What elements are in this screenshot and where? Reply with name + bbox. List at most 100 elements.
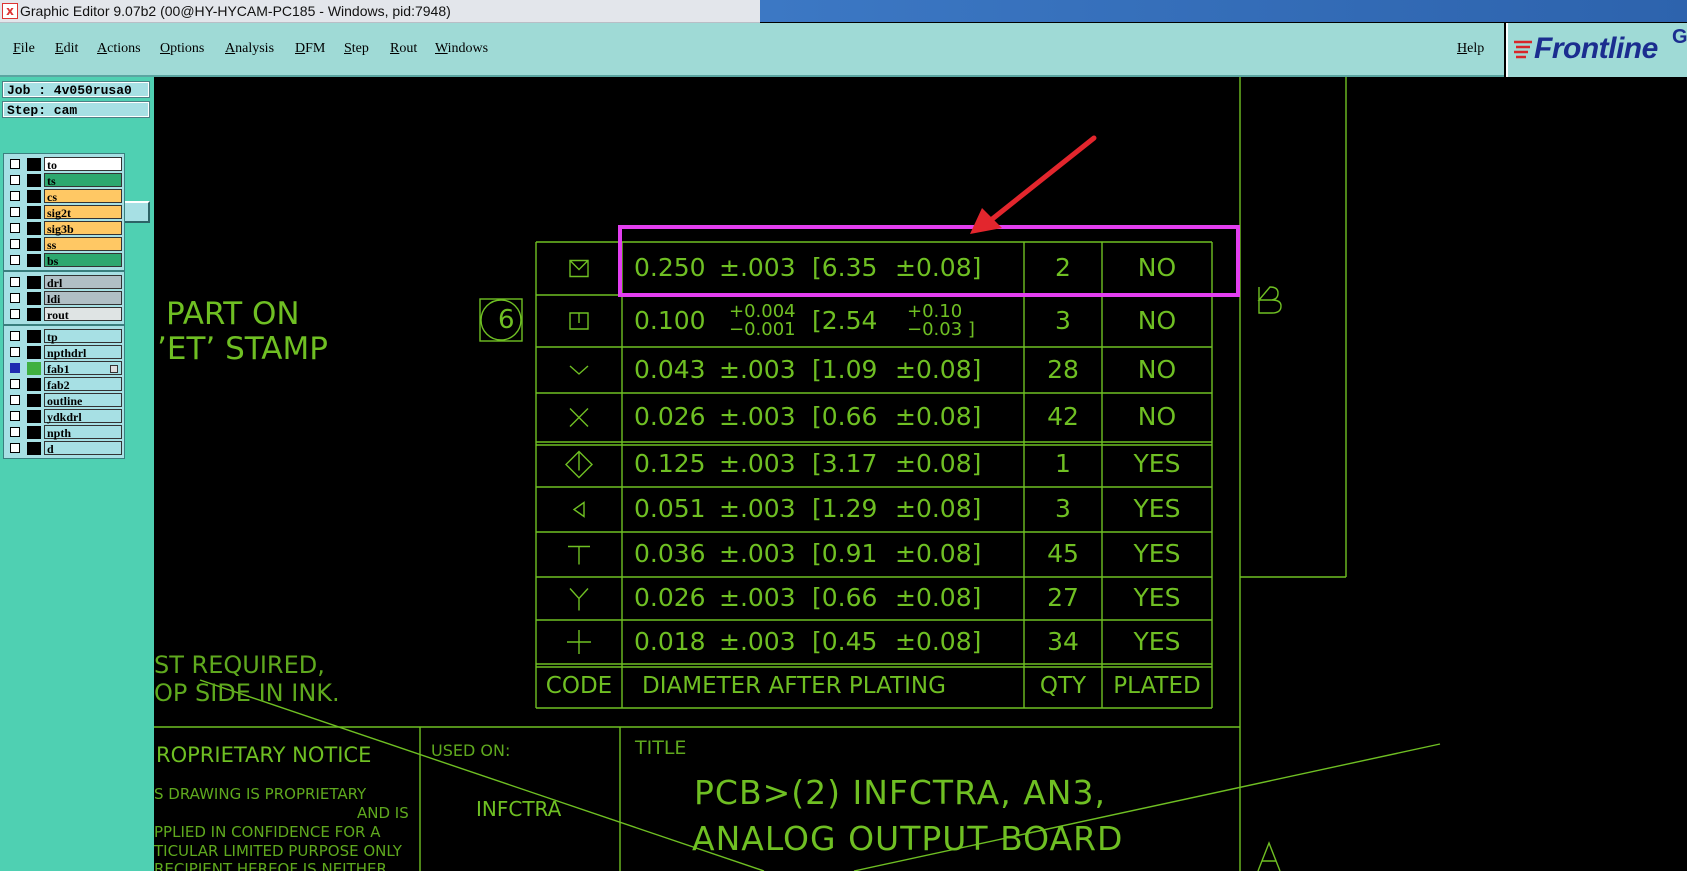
drill-plated: YES (1133, 494, 1181, 523)
layer-label[interactable]: ldi (44, 291, 122, 306)
layer-label[interactable]: d (44, 441, 122, 456)
layer-label[interactable]: ydkdrl (44, 409, 122, 424)
layer-row-bs[interactable]: bs (7, 253, 122, 268)
menu-rout[interactable]: Rout (390, 40, 417, 58)
layer-label[interactable]: fab1 (44, 361, 122, 376)
layer-label[interactable]: to (44, 157, 122, 172)
layer-checkbox[interactable] (10, 175, 20, 185)
layer-checkbox[interactable] (10, 395, 20, 405)
note-line: PART ON (166, 296, 300, 332)
layer-row-ldi[interactable]: ldi (7, 291, 122, 306)
drawing-canvas[interactable]: 0.250 ±.003 [6.35 ±0.08] 2 NO 0.100 +0.004 −0.00… (154, 77, 1687, 871)
layer-panel: Job : 4v050rusa0 Step: cam Job Matrix ..… (0, 77, 154, 871)
proprietary-text-line: PPLIED IN CONFIDENCE FOR A (154, 823, 381, 841)
layer-row-outline[interactable]: outline (7, 393, 122, 408)
layer-label[interactable]: outline (44, 393, 122, 408)
layer-checkbox[interactable] (10, 309, 20, 319)
drill-metric-diameter: [0.66 (812, 402, 878, 431)
envelope-icon (569, 259, 589, 278)
layer-row-sig2t[interactable]: sig2t (7, 205, 122, 220)
layer-label[interactable]: cs (44, 189, 122, 204)
table-header-code: CODE (545, 673, 613, 699)
table-header-qty: QTY (1039, 673, 1087, 699)
layer-row-to[interactable]: to (7, 157, 122, 172)
layer-checkbox[interactable] (10, 239, 20, 249)
drill-plated: NO (1137, 402, 1177, 431)
layer-row-ts[interactable]: ts (7, 173, 122, 188)
frontline-logo-icon (1514, 40, 1532, 59)
layer-checkbox[interactable] (10, 411, 20, 421)
layer-row-npth[interactable]: npth (7, 425, 122, 440)
layer-label[interactable]: bs (44, 253, 122, 268)
layer-label[interactable]: fab2 (44, 377, 122, 392)
layer-checkbox[interactable] (10, 223, 20, 233)
layer-row-fab2[interactable]: fab2 (7, 377, 122, 392)
layer-label[interactable]: ts (44, 173, 122, 188)
layer-checkbox[interactable] (10, 331, 20, 341)
drill-quantity: 27 (1047, 583, 1079, 612)
layer-row-cs[interactable]: cs (7, 189, 122, 204)
drill-metric-tolerance: ±0.08] (895, 494, 982, 523)
layer-checkbox[interactable] (10, 191, 20, 201)
layer-checkbox[interactable] (10, 427, 20, 437)
layer-label[interactable]: npth (44, 425, 122, 440)
layer-row-rout[interactable]: rout (7, 307, 122, 322)
menu-step[interactable]: Step (344, 40, 369, 58)
drill-plated: NO (1137, 354, 1177, 384)
menu-dfm[interactable]: DFM (295, 40, 325, 58)
drill-quantity: 3 (1055, 305, 1071, 335)
menu-actions[interactable]: Actions (97, 40, 141, 58)
layer-label[interactable]: npthdrl (44, 345, 122, 360)
y-shape-icon (569, 588, 589, 611)
layer-indicator (27, 190, 41, 203)
layer-checkbox[interactable] (10, 347, 20, 357)
window-title: Graphic Editor 9.07b2 (00@HY-HYCAM-PC185… (20, 3, 451, 19)
red-arrow-annotation (970, 135, 1097, 234)
layer-label[interactable]: sig3b (44, 221, 122, 236)
drill-plated: YES (1133, 626, 1181, 656)
layer-indicator (27, 238, 41, 251)
drill-diameter: 0.051 (634, 494, 706, 523)
menu-windows[interactable]: Windows (435, 40, 488, 58)
layer-checkbox[interactable] (10, 293, 20, 303)
drill-diameter: 0.036 (634, 539, 706, 568)
drill-quantity: 45 (1047, 539, 1079, 568)
layer-checkbox[interactable] (10, 255, 20, 265)
layer-checkbox[interactable] (10, 159, 20, 169)
drill-quantity: 28 (1047, 354, 1079, 384)
layer-row-ydkdrl[interactable]: ydkdrl (7, 409, 122, 424)
menu-options[interactable]: Options (160, 40, 204, 58)
layer-row-drl[interactable]: drl (7, 275, 122, 290)
layer-checkbox[interactable] (10, 363, 20, 373)
layer-label[interactable]: ss (44, 237, 122, 252)
layer-indicator (27, 442, 41, 455)
layer-label[interactable]: tp (44, 329, 122, 344)
layer-label[interactable]: rout (44, 307, 122, 322)
layer-checkbox[interactable] (10, 379, 20, 389)
board-title-line: ANALOG OUTPUT BOARD (692, 819, 1124, 858)
layer-label[interactable]: drl (44, 275, 122, 290)
layer-row-d[interactable]: d (7, 441, 122, 456)
drill-quantity: 3 (1055, 494, 1071, 523)
layer-checkbox[interactable] (10, 207, 20, 217)
proprietary-text-line: S DRAWING IS PROPRIETARY (154, 785, 367, 803)
layer-checkbox[interactable] (10, 277, 20, 287)
drill-diameter: 0.100 (634, 305, 706, 335)
x-app-icon[interactable]: x (2, 3, 18, 19)
layer-label[interactable]: sig2t (44, 205, 122, 220)
diamond-bar-icon (565, 450, 593, 479)
menu-file[interactable]: File (13, 40, 35, 58)
layer-row-sig3b[interactable]: sig3b (7, 221, 122, 236)
menu-analysis[interactable]: Analysis (225, 40, 274, 58)
menu-edit[interactable]: Edit (55, 40, 78, 58)
layer-row-ss[interactable]: ss (7, 237, 122, 252)
drill-plated: YES (1133, 539, 1181, 568)
layer-row-npthdrl[interactable]: npthdrl (7, 345, 122, 360)
drill-diameter: 0.018 (634, 626, 706, 656)
menu-help[interactable]: Help (1457, 40, 1484, 58)
layer-row-tp[interactable]: tp (7, 329, 122, 344)
drill-metric-tolerance: ±0.08] (895, 539, 982, 568)
layer-row-fab1[interactable]: fab1 (7, 361, 122, 376)
title-label: TITLE (635, 737, 687, 759)
layer-checkbox[interactable] (10, 443, 20, 453)
